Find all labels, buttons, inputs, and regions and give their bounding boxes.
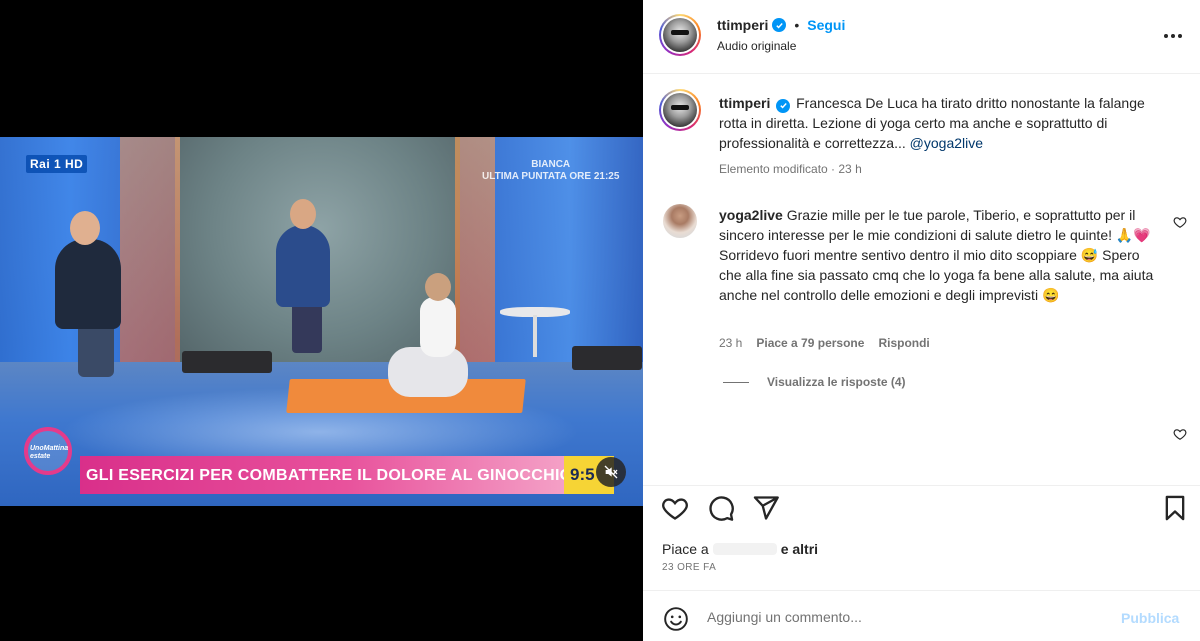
guest-body: [55, 239, 121, 329]
side-table-leg: [533, 315, 537, 357]
caption-mention-link[interactable]: @yoga2live: [910, 135, 983, 151]
avatar-image: [663, 18, 697, 52]
author-line: ttimperi • Segui: [717, 17, 845, 33]
caption-username[interactable]: ttimperi: [719, 95, 770, 111]
post-header: ttimperi • Segui Audio originale: [643, 0, 1200, 74]
step-platform-left: [182, 351, 272, 373]
video-pane: Rai 1 HD BIANCA ULTIMA PUNTATA ORE 21:25…: [0, 0, 643, 641]
add-comment-bar: Pubblica: [643, 590, 1200, 641]
comment-text: Grazie mille per le tue parole, Tiberio,…: [719, 207, 1154, 303]
guest-head: [70, 211, 100, 245]
mute-button[interactable]: [596, 457, 626, 487]
view-replies-button[interactable]: Visualizza le risposte (4): [723, 375, 906, 389]
channel-logo: Rai 1 HD: [26, 155, 88, 173]
likes-summary[interactable]: Piace a e altri: [662, 541, 818, 557]
comment-like-heart-icon[interactable]: [1173, 215, 1187, 229]
instructor-body: [420, 297, 456, 357]
verified-badge-icon: [776, 98, 791, 113]
host-body: [276, 225, 330, 307]
comment-username[interactable]: yoga2live: [719, 207, 783, 223]
post-timestamp: 23 ORE FA: [662, 562, 717, 573]
instructor-head: [425, 273, 451, 301]
author-avatar[interactable]: [659, 14, 701, 56]
author-username[interactable]: ttimperi: [717, 17, 768, 33]
replies-line: [723, 381, 749, 383]
save-bookmark-icon[interactable]: [1161, 494, 1189, 522]
comment-likes-link[interactable]: Piace a 79 persone: [756, 336, 864, 350]
reply-button[interactable]: Rispondi: [878, 336, 929, 350]
host-head: [290, 199, 316, 229]
video-player[interactable]: Rai 1 HD BIANCA ULTIMA PUNTATA ORE 21:25…: [0, 137, 643, 506]
comment-time: 23 h: [719, 336, 743, 350]
likes-prefix: Piace a: [662, 541, 709, 557]
commenter-avatar[interactable]: [663, 204, 697, 238]
comment-item: yoga2live Grazie mille per le tue parole…: [719, 205, 1159, 305]
likes-suffix: e altri: [780, 541, 819, 557]
separator-dot: •: [794, 17, 800, 33]
avatar-inner: [661, 91, 699, 129]
lower-third-text: GLI ESERCIZI PER COMBATTERE IL DOLORE AL…: [86, 467, 573, 484]
avatar-inner: [661, 16, 699, 54]
comment-meta: 23 h Piace a 79 persone Rispondi: [719, 336, 930, 350]
follow-button[interactable]: Segui: [807, 17, 845, 33]
speaker-muted-icon: [604, 465, 618, 479]
comment-like-heart-icon[interactable]: [1173, 427, 1187, 441]
avatar-image: [663, 93, 697, 127]
step-platform-right: [572, 346, 642, 370]
publish-button[interactable]: Pubblica: [1121, 610, 1179, 626]
verified-badge-icon: [772, 18, 787, 32]
comment-input[interactable]: [707, 605, 1107, 629]
like-heart-icon[interactable]: [661, 494, 689, 522]
more-options-icon[interactable]: [1161, 24, 1185, 48]
caption-meta: Elemento modificato · 23 h: [719, 162, 862, 176]
audio-label[interactable]: Audio originale: [717, 39, 796, 53]
show-logo: UnoMattina estate: [24, 427, 80, 493]
post-caption: ttimperi Francesca De Luca ha tirato dri…: [719, 93, 1159, 153]
post-actions: Piace a e altri 23 ORE FA: [643, 485, 1200, 590]
share-paper-plane-icon[interactable]: [752, 494, 780, 522]
promo-text: BIANCA ULTIMA PUNTATA ORE 21:25: [482, 159, 620, 182]
post-sidebar: ttimperi • Segui Audio originale ttimper…: [643, 0, 1200, 641]
show-logo-text: UnoMattina estate: [30, 445, 69, 460]
studio-light-left: [120, 137, 180, 377]
caption-avatar[interactable]: [659, 89, 701, 131]
comments-section: ttimperi Francesca De Luca ha tirato dri…: [643, 75, 1200, 485]
comment-bubble-icon[interactable]: [707, 494, 735, 522]
view-replies-label: Visualizza le risposte (4): [767, 375, 906, 389]
liker-names-redacted: [712, 543, 777, 555]
emoji-picker-icon[interactable]: [663, 606, 689, 632]
